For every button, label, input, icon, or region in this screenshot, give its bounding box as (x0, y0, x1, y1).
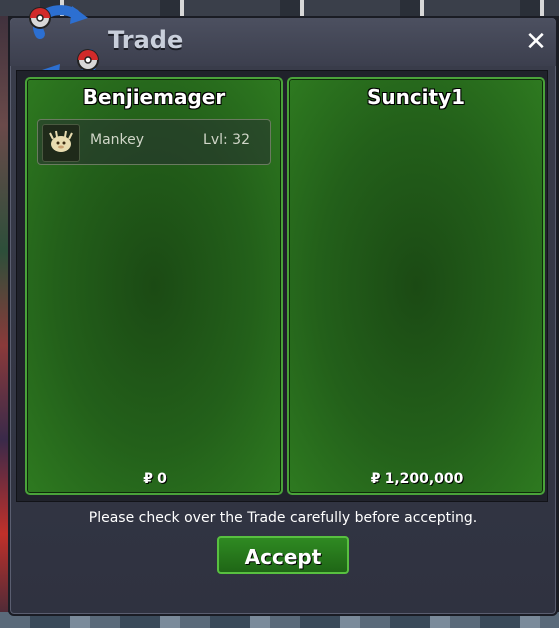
trade-content: Benjiemager Mankey Lvl: 32 ₽0 Suncity1 ₽… (16, 70, 548, 502)
pokedollar-icon: ₽ (370, 471, 381, 487)
close-button[interactable]: ✕ (522, 28, 550, 56)
mankey-sprite-icon (42, 124, 80, 162)
background-left-strip (0, 0, 8, 628)
item-level: Lvl: 32 (203, 132, 250, 148)
pokedollar-icon: ₽ (143, 471, 153, 487)
player-name-left: Benjiemager (82, 85, 226, 109)
money-right: ₽1,200,000 (289, 471, 543, 487)
accept-button[interactable]: Accept (217, 536, 349, 574)
trade-notice: Please check over the Trade carefully be… (88, 510, 478, 526)
money-left-amount: 0 (157, 471, 167, 487)
trade-item-row[interactable]: Mankey Lvl: 32 (37, 119, 271, 165)
money-left: ₽0 (27, 471, 281, 487)
window-title: Trade (108, 26, 184, 54)
money-right-amount: 1,200,000 (384, 471, 464, 487)
offer-panel-left: Benjiemager Mankey Lvl: 32 ₽0 (25, 77, 283, 495)
trade-window: Trade ✕ Benjiemager Mankey Lvl: 32 ₽ 0 S… (8, 5, 558, 616)
item-name: Mankey (90, 132, 145, 148)
player-name-right: Suncity1 (366, 85, 466, 109)
offer-panel-right: Suncity1 ₽1,200,000 (287, 77, 545, 495)
